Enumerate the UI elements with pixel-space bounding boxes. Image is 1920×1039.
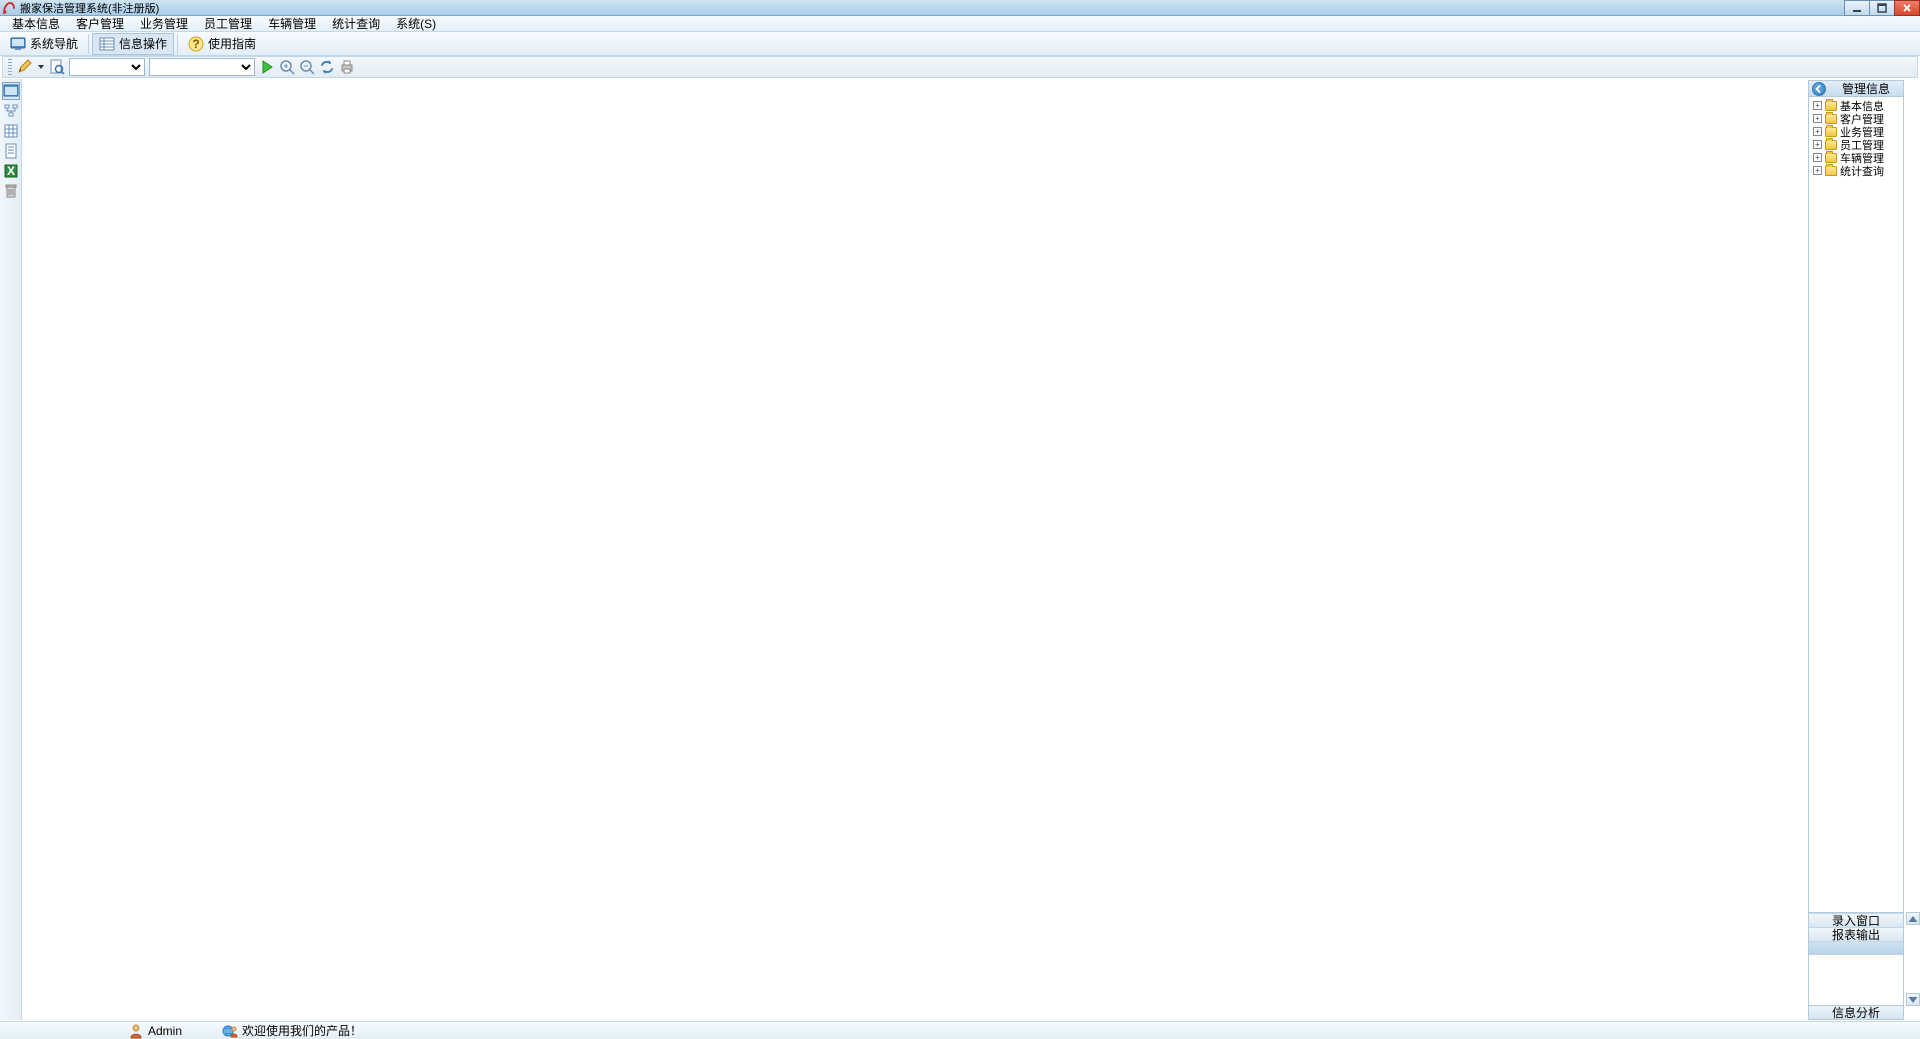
expand-icon[interactable]: + [1813, 101, 1822, 110]
right-panel-header: 管理信息 [1809, 81, 1903, 97]
dropdown-arrow-icon[interactable] [38, 65, 44, 69]
view-excel-icon[interactable]: X [2, 162, 20, 180]
zoom-in-icon[interactable] [279, 59, 295, 75]
toolbar-search [2, 56, 1918, 78]
tree-label: 统计查询 [1840, 163, 1884, 179]
expand-icon[interactable]: + [1813, 153, 1822, 162]
menu-stats[interactable]: 统计查询 [324, 16, 388, 31]
monitor-icon [10, 36, 26, 52]
scroll-up-button[interactable] [1906, 912, 1920, 925]
right-panel-title: 管理信息 [1829, 80, 1903, 97]
view-window-icon[interactable] [2, 82, 20, 100]
status-user-label: Admin [148, 1024, 182, 1038]
folder-icon [1825, 101, 1837, 111]
menu-system[interactable]: 系统(S) [388, 16, 444, 31]
app-icon [2, 1, 16, 15]
left-toolbar: X [0, 79, 22, 1020]
tree-item-stats[interactable]: + 统计查询 [1810, 164, 1902, 177]
analysis-bar[interactable]: 信息分析 [1809, 1005, 1903, 1019]
preview-icon[interactable] [49, 59, 65, 75]
tree-view: +基本信息 +客户管理 +业务管理 +员工管理 +车辆管理 +统计查询 [1809, 97, 1903, 912]
scroll-down-button[interactable] [1906, 993, 1920, 1006]
view-delete-icon[interactable] [2, 182, 20, 200]
menu-staff[interactable]: 员工管理 [196, 16, 260, 31]
status-user: Admin [128, 1023, 182, 1039]
expand-icon[interactable]: + [1813, 166, 1822, 175]
expand-icon[interactable]: + [1813, 114, 1822, 123]
maximize-button[interactable] [1869, 0, 1895, 16]
titlebar: 搬家保洁管理系统(非注册版) [0, 0, 1920, 16]
nav-label: 系统导航 [30, 35, 78, 52]
menu-vehicle[interactable]: 车辆管理 [260, 16, 324, 31]
svg-text:?: ? [192, 37, 199, 51]
run-icon[interactable] [259, 59, 275, 75]
right-panel-tabs: 录入窗口 报表输出 [1809, 912, 1903, 955]
window-buttons [1845, 0, 1920, 16]
separator [88, 34, 89, 54]
main-area: X 管理信息 +基本信息 +客户管理 +业务管理 +员工管理 +车辆管理 +统计… [0, 79, 1920, 1020]
expand-icon[interactable]: + [1813, 127, 1822, 136]
window-title: 搬家保洁管理系统(非注册版) [20, 0, 159, 16]
tab-report[interactable]: 报表输出 [1809, 927, 1903, 941]
view-doc-icon[interactable] [2, 142, 20, 160]
refresh-icon[interactable] [319, 59, 335, 75]
menu-basic-info[interactable]: 基本信息 [4, 16, 68, 31]
view-grid-icon[interactable] [2, 122, 20, 140]
right-panel-spacer [1809, 955, 1903, 1005]
view-tree-icon[interactable] [2, 102, 20, 120]
guide-button[interactable]: ? 使用指南 [181, 33, 263, 55]
separator [177, 34, 178, 54]
print-icon[interactable] [339, 59, 355, 75]
field-combo[interactable] [69, 58, 145, 76]
table-icon [99, 36, 115, 52]
guide-label: 使用指南 [208, 35, 256, 52]
zoom-out-icon[interactable] [299, 59, 315, 75]
minimize-button[interactable] [1844, 0, 1870, 16]
toolbar-main: 系统导航 信息操作 ? 使用指南 [0, 32, 1920, 56]
expand-icon[interactable]: + [1813, 140, 1822, 149]
folder-icon [1825, 114, 1837, 124]
menubar: 基本信息 客户管理 业务管理 员工管理 车辆管理 统计查询 系统(S) [0, 16, 1920, 32]
menu-customer[interactable]: 客户管理 [68, 16, 132, 31]
grip-handle[interactable] [8, 59, 12, 75]
folder-icon [1825, 153, 1837, 163]
user-icon [128, 1023, 144, 1039]
edit-icon[interactable] [17, 59, 33, 75]
tab-blank[interactable] [1809, 941, 1903, 955]
folder-icon [1825, 166, 1837, 176]
content-area [22, 79, 1808, 1020]
svg-text:X: X [6, 164, 14, 178]
info-ops-button[interactable]: 信息操作 [92, 33, 174, 55]
value-combo[interactable] [149, 58, 255, 76]
help-icon: ? [188, 36, 204, 52]
folder-icon [1825, 127, 1837, 137]
folder-icon [1825, 140, 1837, 150]
tab-entry[interactable]: 录入窗口 [1809, 913, 1903, 927]
status-welcome-label: 欢迎使用我们的产品！ [242, 1022, 362, 1039]
statusbar: Admin 欢迎使用我们的产品！ [0, 1021, 1920, 1039]
close-button[interactable] [1894, 0, 1920, 16]
back-circle-icon[interactable] [1812, 82, 1826, 96]
nav-button[interactable]: 系统导航 [3, 33, 85, 55]
right-panel: 管理信息 +基本信息 +客户管理 +业务管理 +员工管理 +车辆管理 +统计查询… [1808, 80, 1904, 1020]
globe-user-icon [222, 1023, 238, 1039]
menu-business[interactable]: 业务管理 [132, 16, 196, 31]
status-welcome: 欢迎使用我们的产品！ [222, 1022, 362, 1039]
info-ops-label: 信息操作 [119, 35, 167, 52]
